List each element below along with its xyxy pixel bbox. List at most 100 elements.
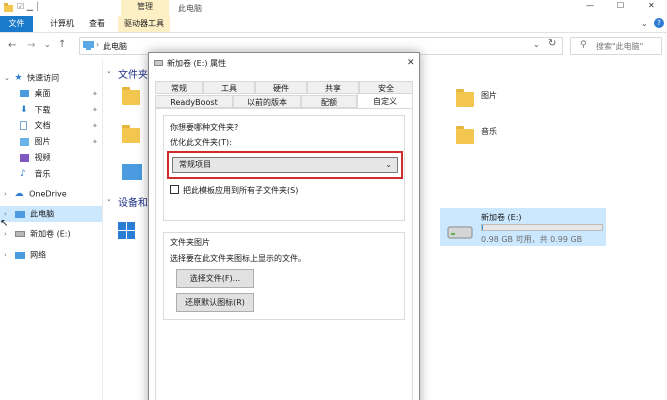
optimize-select-value: 常规项目: [179, 160, 211, 169]
apply-subfolders-checkbox[interactable]: [170, 185, 179, 194]
tab-view[interactable]: 查看: [83, 16, 111, 32]
properties-dialog: 新加卷 (E:) 属性 ✕ 常规 工具 硬件 共享 安全 ReadyBoost …: [148, 52, 420, 400]
tab-sharing[interactable]: 共享: [307, 81, 359, 94]
chevron-down-icon[interactable]: ⌄: [106, 67, 112, 75]
folder-type-question: 你想要哪种文件夹?: [170, 123, 239, 132]
pin-icon: ✦: [92, 138, 98, 146]
sidebar-item-videos[interactable]: 视频: [0, 150, 102, 166]
music-icon: ♪: [20, 169, 26, 179]
drive-icon: [14, 231, 25, 237]
dialog-close-button[interactable]: ✕: [407, 58, 415, 68]
music-folder-label[interactable]: 音乐: [481, 126, 497, 137]
sidebar-item-label: 桌面: [34, 89, 51, 98]
restore-default-icon-button[interactable]: 还原默认图标(R): [176, 293, 254, 312]
document-icon: [20, 121, 27, 130]
sidebar-item-label: 网络: [30, 250, 47, 260]
chevron-down-icon[interactable]: ⌄: [106, 195, 112, 203]
refresh-icon[interactable]: ↻: [548, 38, 556, 49]
music-folder-icon[interactable]: [456, 126, 474, 144]
sidebar-item-label: 图片: [34, 137, 51, 146]
chevron-down-icon: ⌄: [385, 160, 392, 169]
sidebar-item-label: 文档: [34, 121, 51, 130]
maximize-button[interactable]: ☐: [617, 1, 624, 10]
tab-quota[interactable]: 配额: [301, 95, 357, 108]
manage-context-header: 管理: [121, 0, 169, 16]
forward-arrow-icon[interactable]: →: [27, 40, 35, 51]
mouse-cursor: ↖: [0, 218, 9, 229]
chevron-down-icon: ⌄: [4, 74, 10, 82]
sidebar-item-label: 快速访问: [27, 73, 60, 83]
optimize-label: 优化此文件夹(T):: [170, 138, 232, 147]
sidebar-item-network[interactable]: › 网络: [0, 247, 102, 263]
sidebar-divider: [102, 60, 103, 400]
title-bar: [0, 0, 667, 16]
back-arrow-icon[interactable]: ←: [8, 40, 16, 51]
sidebar-item-label: 此电脑: [30, 209, 55, 219]
dialog-titlebar: 新加卷 (E:) 属性: [149, 53, 419, 75]
tab-previous-versions[interactable]: 以前的版本: [233, 95, 301, 108]
chevron-down-icon[interactable]: ⌄: [641, 19, 648, 28]
sidebar-item-quick-access[interactable]: ⌄ ★ 快速访问: [0, 70, 102, 86]
sidebar-item-new-volume-e[interactable]: › 新加卷 (E:): [0, 226, 102, 242]
chevron-right-icon: ›: [4, 190, 7, 198]
drive-detail: 0.98 GB 可用，共 0.99 GB: [481, 235, 583, 244]
choose-file-button[interactable]: 选择文件(F)...: [176, 269, 254, 288]
sidebar-item-pictures[interactable]: 图片 ✦: [0, 134, 102, 150]
drive-label: 新加卷 (E:): [481, 213, 522, 222]
optimize-select[interactable]: 常规项目 ⌄: [172, 157, 398, 173]
sidebar-item-label: OneDrive: [29, 189, 67, 199]
sidebar-item-label: 下载: [34, 105, 51, 115]
pin-icon: ✦: [92, 106, 98, 114]
help-icon[interactable]: ?: [654, 18, 664, 28]
sidebar-item-this-pc[interactable]: › 此电脑: [0, 206, 102, 222]
network-icon: [14, 251, 25, 259]
pictures-folder-icon[interactable]: [456, 89, 474, 107]
tab-tools[interactable]: 工具: [203, 81, 255, 94]
sidebar-item-downloads[interactable]: ⬇ 下载 ✦: [0, 102, 102, 118]
desktop-folder-icon[interactable]: [122, 164, 142, 180]
up-arrow-icon[interactable]: ↑: [58, 39, 66, 50]
tab-drive-tools[interactable]: 驱动器工具: [118, 16, 170, 32]
folder-icon[interactable]: [122, 87, 140, 105]
tab-computer[interactable]: 计算机: [44, 16, 80, 32]
sidebar-item-documents[interactable]: 文档 ✦: [0, 118, 102, 134]
folders-section-header[interactable]: 文件夹: [118, 66, 148, 81]
tab-general[interactable]: 常规: [155, 81, 203, 94]
tab-readyboost[interactable]: ReadyBoost: [155, 95, 233, 108]
recent-dropdown-icon[interactable]: ⌄: [44, 40, 51, 49]
folder-pictures-desc: 选择要在此文件夹图标上显示的文件。: [170, 254, 306, 263]
drive-usage-fill: [482, 225, 484, 230]
sidebar-item-label: 视频: [34, 153, 51, 162]
sidebar-item-label: 音乐: [34, 169, 51, 179]
sidebar-item-music[interactable]: ♪ 音乐: [0, 166, 102, 182]
search-placeholder: 搜索"此电脑": [596, 42, 644, 51]
dialog-body: 常规 工具 硬件 共享 安全 ReadyBoost 以前的版本 配额 自定义 你…: [155, 81, 413, 400]
folder-icon: [4, 3, 13, 12]
chevron-right-icon: ›: [4, 251, 7, 259]
pictures-folder-label[interactable]: 图片: [481, 90, 497, 101]
minimize-button[interactable]: —: [586, 1, 594, 10]
breadcrumb-this-pc[interactable]: 此电脑: [103, 41, 127, 52]
tab-file[interactable]: 文件: [0, 16, 33, 32]
drive-usage-bar: [481, 224, 603, 231]
tab-customize[interactable]: 自定义: [357, 93, 413, 109]
drive-icon: [447, 222, 473, 240]
apply-subfolders-label[interactable]: 把此模板应用到所有子文件夹(S): [183, 185, 298, 196]
breadcrumb-separator: ›: [96, 40, 100, 49]
close-button[interactable]: ✕: [648, 1, 655, 10]
quick-access-toolbar[interactable]: ☑ ▁ │: [17, 2, 45, 14]
address-dropdown-icon[interactable]: ⌄: [533, 40, 540, 49]
tab-hardware[interactable]: 硬件: [255, 81, 307, 94]
folder-icon[interactable]: [122, 125, 140, 143]
dialog-title: 新加卷 (E:) 属性: [167, 59, 227, 68]
windows-drive-icon[interactable]: [118, 222, 136, 240]
devices-section-header[interactable]: 设备和: [118, 194, 148, 209]
video-icon: [20, 153, 29, 162]
computer-icon: [83, 41, 94, 50]
pin-icon: ✦: [92, 122, 98, 130]
customize-panel: 你想要哪种文件夹? 优化此文件夹(T): 常规项目 ⌄ 把此模板应用到所有子文件…: [155, 108, 413, 400]
star-icon: ★: [14, 73, 23, 83]
sidebar-item-onedrive[interactable]: › ☁ OneDrive: [0, 186, 102, 202]
folder-pictures-title: 文件夹图片: [170, 238, 210, 247]
sidebar-item-desktop[interactable]: 桌面 ✦: [0, 86, 102, 102]
